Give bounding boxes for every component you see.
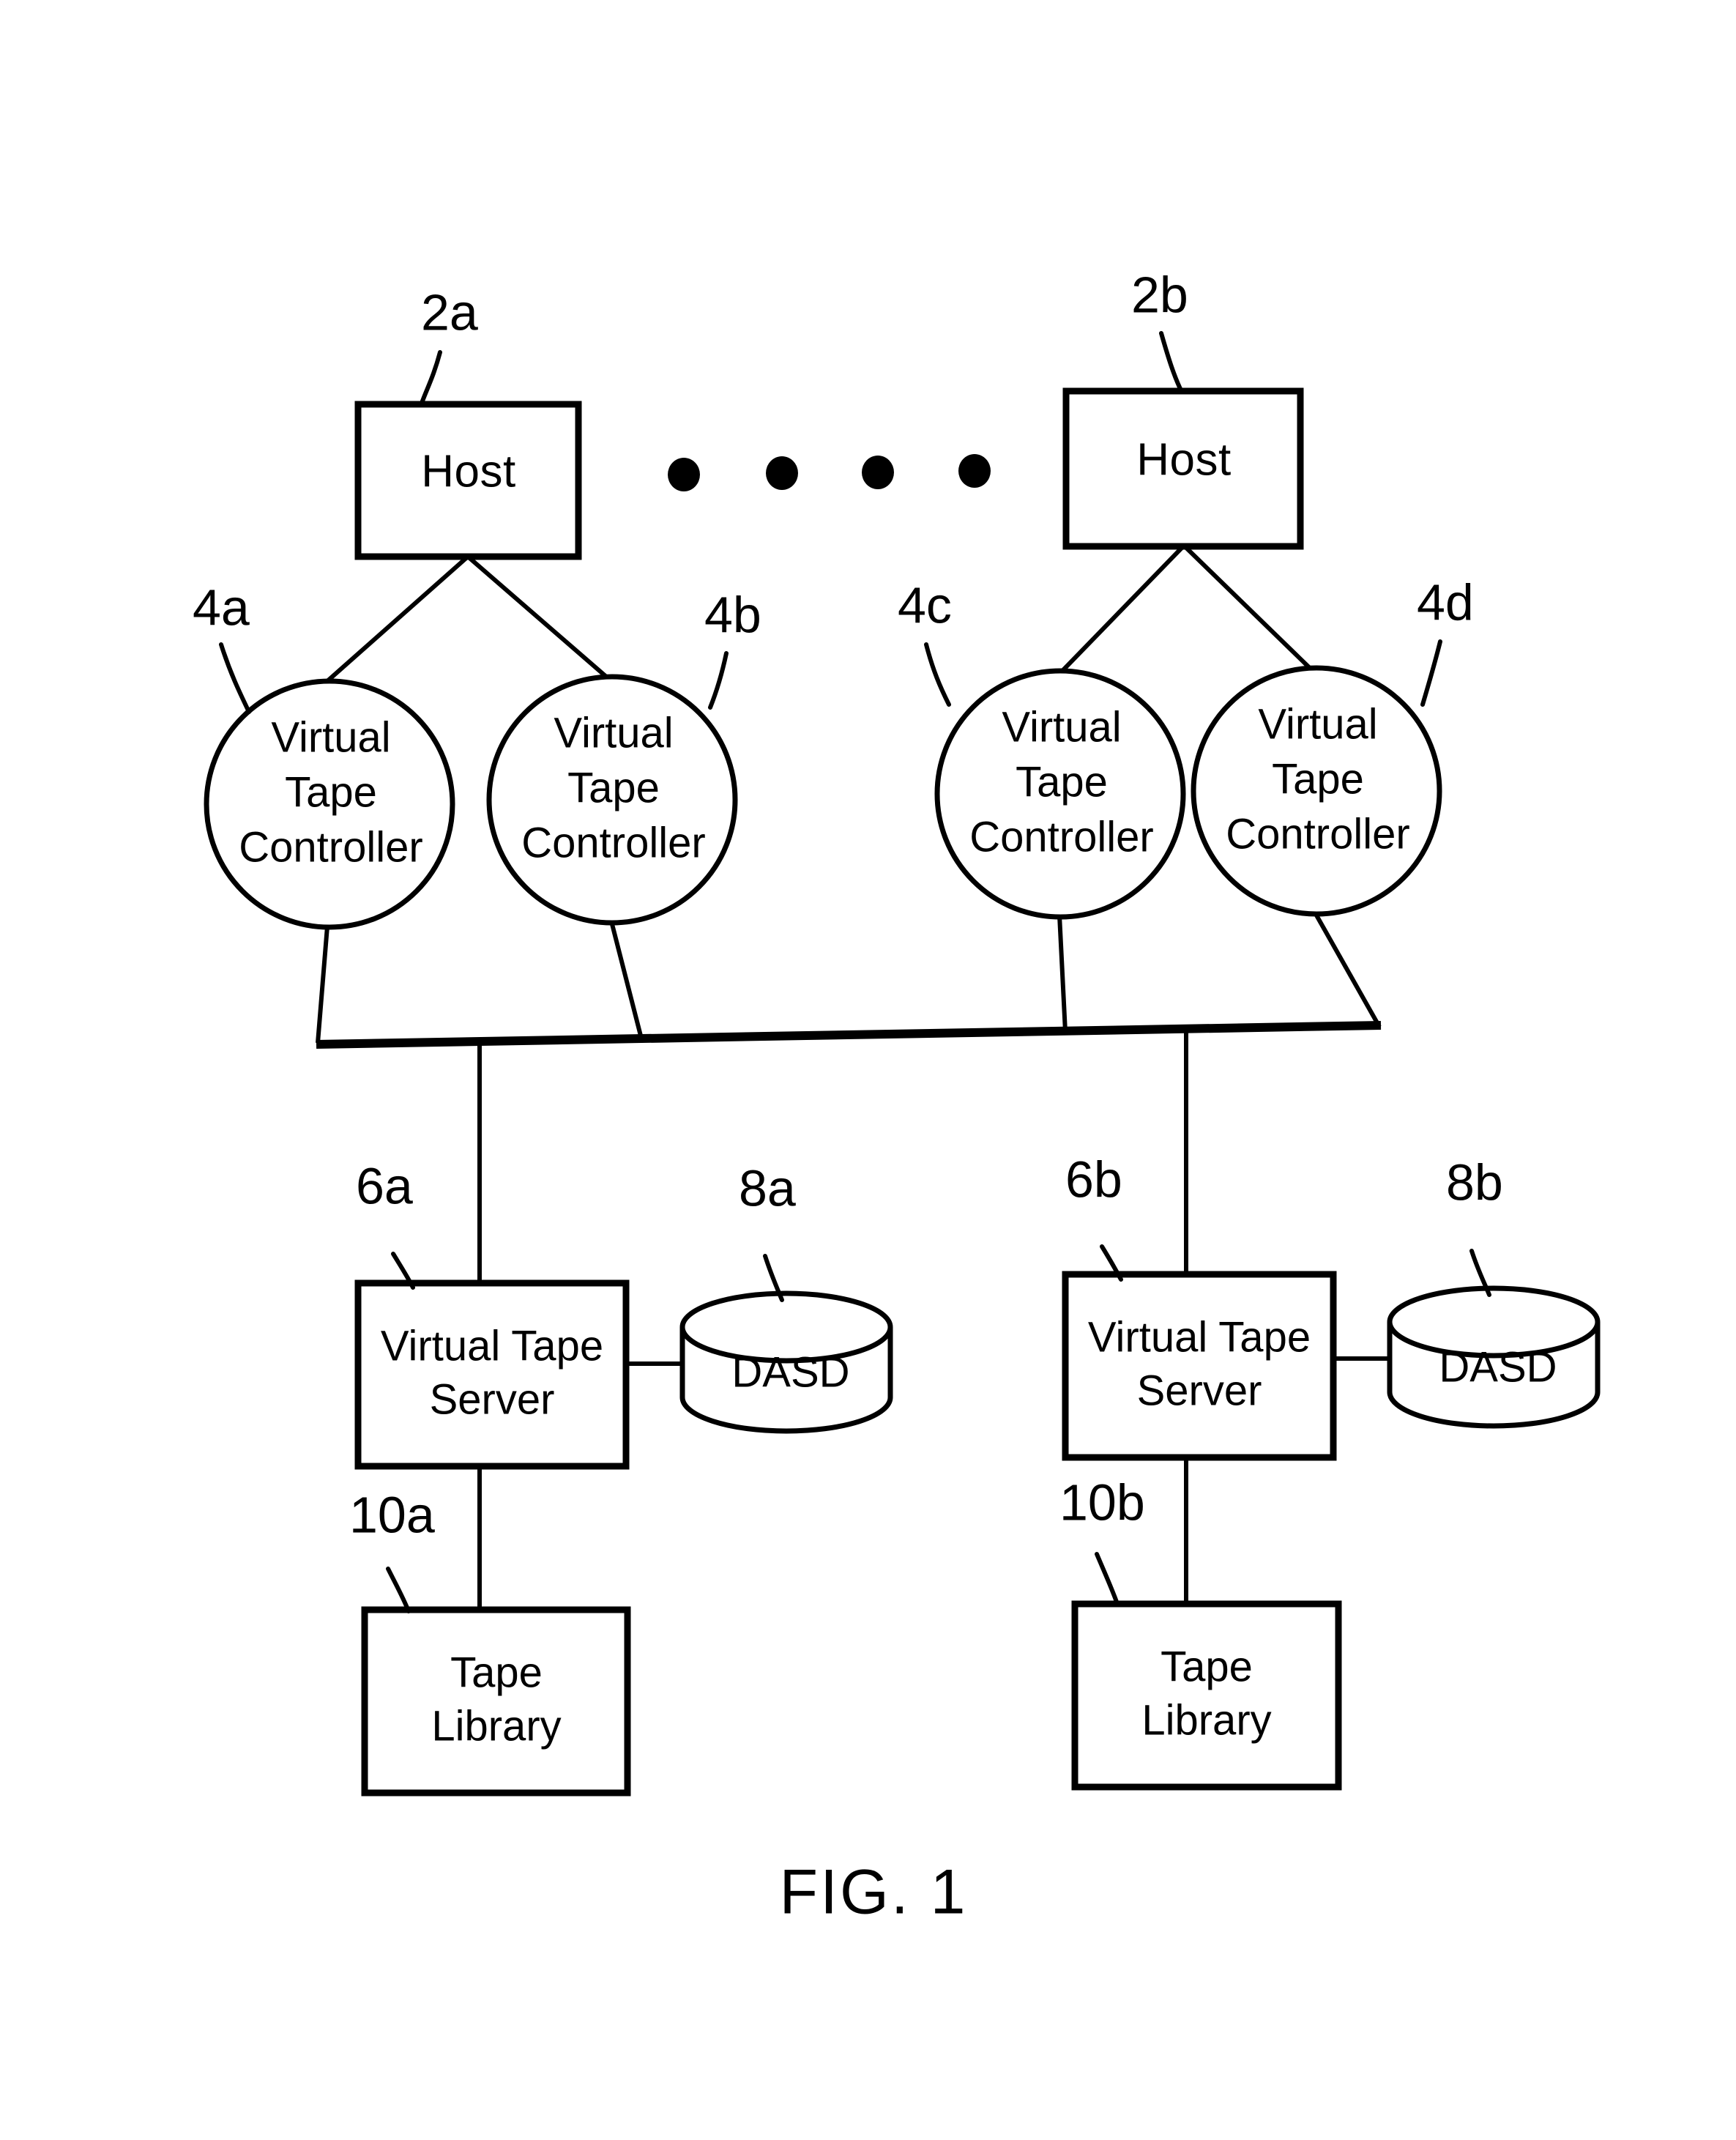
ref-label-2a: 2a [421,283,478,341]
vtc-d-group[interactable]: Virtual Tape Controller [1191,665,1442,917]
leader-line-4a [219,642,251,714]
diagram-canvas: Host Host Virtual Tape Controller Virtua… [193,266,1601,1928]
ref-label-8a: 8a [739,1159,796,1216]
tapelib-a-group[interactable]: Tape Library [361,1606,631,1797]
dasd-b-label: DASD [1439,1343,1557,1391]
horizontal-ellipsis [668,454,991,491]
tapelib-a-label-line2: Library [431,1702,561,1750]
vtc-a-group[interactable]: Virtual Tape Controller [204,678,455,930]
connector-host-a-to-vtc-a [326,554,469,683]
vtc-b-group[interactable]: Virtual Tape Controller [486,674,738,926]
ref-label-6b: 6b [1065,1151,1122,1208]
connector-vtc-c-to-bus [1057,915,1068,1033]
ellipsis-dot-2 [766,456,798,490]
vtc-d-label-line1: Virtual [1258,700,1377,748]
leader-line-10a [386,1567,411,1613]
ref-label-4d: 4d [1417,573,1474,631]
host-b-group[interactable]: Host [1062,387,1304,550]
ellipsis-dot-4 [958,454,991,488]
connector-host-b-to-vtc-d [1182,543,1318,676]
vtc-d-label-line2: Tape [1272,755,1364,803]
ellipsis-dot-3 [862,456,894,489]
ref-label-2b: 2b [1131,266,1188,323]
vtc-c-label-line1: Virtual [1002,703,1121,751]
vts-a-label-line1: Virtual Tape [381,1322,603,1370]
dasd-b-group[interactable]: DASD [1387,1285,1601,1429]
vts-a-label-line2: Server [430,1375,555,1423]
dasd-a-label: DASD [731,1348,849,1396]
patent-figure-page: Host Host Virtual Tape Controller Virtua… [0,0,1736,2140]
connector-vtc-d-to-bus [1314,913,1382,1028]
ref-label-10a: 10a [349,1486,435,1543]
leader-line-4b [708,651,729,710]
vtc-d-label-line3: Controller [1226,810,1409,858]
connector-host-b-to-vtc-c [1057,543,1186,676]
tapelib-b-box[interactable] [1071,1600,1342,1791]
ref-label-4b: 4b [704,586,761,643]
vtc-a-label-line2: Tape [285,768,377,816]
vts-b-group[interactable]: Virtual Tape Server [1062,1271,1337,1461]
ellipsis-dot-1 [668,458,700,491]
leader-line-2a [419,350,442,407]
leader-line-4d [1420,639,1442,707]
leader-line-4c [924,642,951,707]
vtc-b-label-line3: Controller [521,819,705,866]
vtc-b-label-line2: Tape [567,764,660,811]
leader-line-10b [1095,1552,1120,1606]
leader-line-2b [1159,331,1184,394]
tapelib-a-box[interactable] [361,1606,631,1797]
tapelib-b-label-line1: Tape [1161,1643,1253,1690]
vts-b-label-line1: Virtual Tape [1088,1313,1311,1361]
controller-bus-line [316,1021,1382,1049]
host-b-label: Host [1136,434,1231,485]
vtc-a-label-line3: Controller [239,823,422,871]
vtc-a-label-line1: Virtual [271,713,390,761]
ref-label-6a: 6a [356,1157,413,1214]
tapelib-a-label-line1: Tape [450,1649,543,1696]
vts-a-box[interactable] [354,1279,630,1470]
connector-vtc-a-to-bus [316,926,329,1044]
host-a-label: Host [421,446,515,497]
vtc-c-label-line3: Controller [969,813,1153,861]
ref-label-8b: 8b [1446,1153,1503,1211]
vtc-c-group[interactable]: Virtual Tape Controller [934,668,1186,920]
host-a-group[interactable]: Host [354,401,582,560]
ref-label-4c: 4c [898,576,952,634]
figure-caption: FIG. 1 [780,1857,968,1928]
ref-label-10b: 10b [1059,1474,1145,1531]
connector-vtc-b-to-bus [609,921,644,1039]
vts-b-label-line2: Server [1137,1367,1262,1414]
vts-a-group[interactable]: Virtual Tape Server [354,1279,630,1470]
tapelib-b-group[interactable]: Tape Library [1071,1600,1342,1791]
vtc-c-label-line2: Tape [1016,758,1108,806]
connector-host-a-to-vtc-b [466,554,613,683]
vts-b-box[interactable] [1062,1271,1337,1461]
tapelib-b-label-line2: Library [1141,1696,1271,1744]
vtc-b-label-line1: Virtual [554,709,673,757]
dasd-a-group[interactable]: DASD [679,1290,893,1434]
ref-label-4a: 4a [193,579,250,636]
